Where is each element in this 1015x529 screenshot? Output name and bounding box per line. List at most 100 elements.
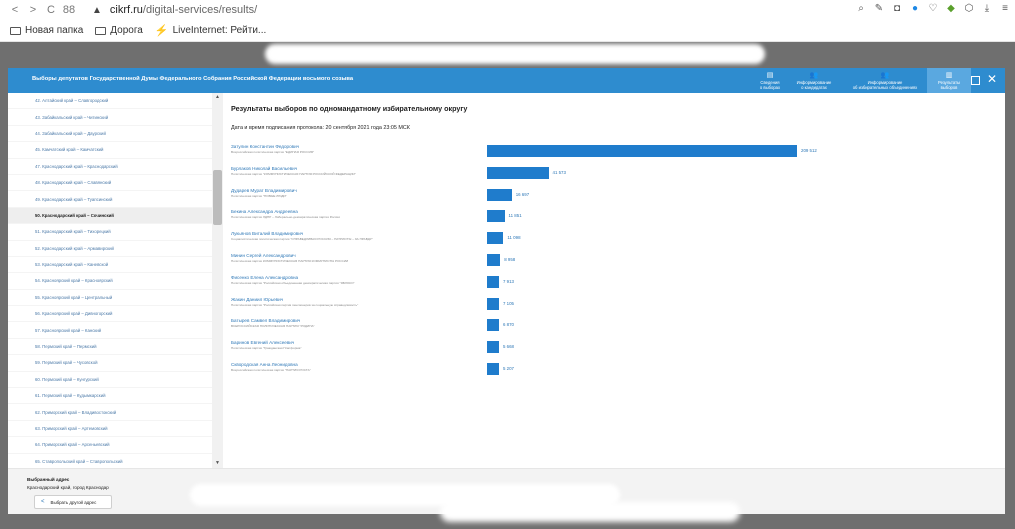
vote-count: 7 913 bbox=[503, 278, 514, 284]
box-icon[interactable]: ⬡ bbox=[963, 3, 975, 14]
bookmark-label: Дорога bbox=[110, 25, 143, 36]
region-item[interactable]: 56. Красноярский край – Дивногорский bbox=[8, 306, 220, 323]
candidate-row: Затулин Константин Федорович Всероссийска… bbox=[231, 144, 481, 162]
liveinternet-icon: ⚡ bbox=[154, 25, 169, 37]
tab-associations[interactable]: 👥 Информирование об избирательных объеди… bbox=[843, 68, 927, 93]
url-domain: cikrf.ru bbox=[109, 4, 143, 16]
folder-icon bbox=[95, 26, 107, 35]
region-item[interactable]: 43. Забайкальский край – Читинский bbox=[8, 109, 220, 126]
region-item[interactable]: 57. Красноярский край – Канский bbox=[8, 322, 220, 339]
region-item[interactable]: 54. Красноярский край – Красноярский bbox=[8, 273, 220, 290]
chevron-left-icon: < bbox=[41, 499, 45, 505]
document-icon: ▤ bbox=[766, 71, 774, 79]
modal-header: Выборы депутатов Государственной Думы Фе… bbox=[8, 68, 1005, 93]
vote-bar bbox=[487, 232, 504, 245]
region-item[interactable]: 55. Красноярский край – Центральный bbox=[8, 290, 220, 307]
region-item[interactable]: 61. Пермский край – Кудымкарский bbox=[8, 388, 220, 405]
change-address-button[interactable]: < Выбрать другой адрес bbox=[34, 495, 112, 509]
region-item[interactable]: 59. Пермский край – Чусовской bbox=[8, 355, 220, 372]
selected-address: Краснодарский край, город Краснодар bbox=[27, 485, 109, 490]
group-icon: 👥 bbox=[880, 71, 890, 79]
region-item[interactable]: 53. Краснодарский край – Каневской bbox=[8, 257, 220, 274]
people-icon: 👥 bbox=[809, 71, 819, 79]
search-icon[interactable]: ⌕ bbox=[855, 3, 867, 14]
bookmark-road[interactable]: Дорога bbox=[95, 25, 143, 36]
region-item[interactable]: 49. Краснодарский край – Туапсинский bbox=[8, 191, 220, 208]
candidate-row: Батырев Самвел Владимирович ВСЕРОССИЙСКАЯ… bbox=[231, 318, 481, 336]
results-title: Результаты выборов по одномандатному изб… bbox=[231, 104, 468, 113]
address-bar[interactable]: cikrf.ru/digital-services/results/ bbox=[110, 4, 257, 16]
shield-icon[interactable]: ● bbox=[909, 3, 921, 14]
region-item[interactable]: 51. Краснодарский край – Тихорецкий bbox=[8, 224, 220, 241]
reload-button[interactable]: C bbox=[42, 4, 60, 16]
region-item[interactable]: 50. Краснодарский край – Сочинский bbox=[8, 207, 220, 225]
results-modal: Выборы депутатов Государственной Думы Фе… bbox=[8, 68, 1005, 514]
bookmark-new-folder[interactable]: Новая папка bbox=[10, 25, 83, 36]
vote-count: 6 870 bbox=[503, 322, 514, 328]
region-item[interactable]: 48. Краснодарский край – Славянский bbox=[8, 175, 220, 192]
region-item[interactable]: 62. Приморский край – Владивостокский bbox=[8, 404, 220, 421]
heart-icon[interactable]: ♡ bbox=[927, 3, 939, 14]
vote-bar bbox=[487, 297, 499, 310]
candidate-party: Политическая партия "Гражданская Платфор… bbox=[231, 346, 302, 351]
scrollbar[interactable] bbox=[212, 93, 223, 468]
camera-icon[interactable]: ◘ bbox=[891, 3, 903, 14]
region-item[interactable]: 64. Приморский край – Арсеньевский bbox=[8, 437, 220, 454]
apps-icon[interactable]: 88 bbox=[60, 4, 78, 16]
close-icon[interactable]: ✕ bbox=[987, 73, 997, 85]
region-item[interactable]: 47. Краснодарский край – Краснодарский bbox=[8, 159, 220, 175]
tab-label-2: об избирательных объединениях bbox=[852, 84, 918, 90]
candidate-party: Социалистическая политическая партия "СП… bbox=[231, 237, 373, 242]
scroll-down-icon[interactable]: ▼ bbox=[215, 460, 220, 466]
browser-extensions: ⌕ ✎ ◘ ● ♡ ◆ ⬡ ⤓ ≡ bbox=[855, 3, 1011, 14]
vote-count: 16 697 bbox=[515, 191, 530, 197]
region-item[interactable]: 44. Забайкальский край – Даурский bbox=[8, 126, 220, 143]
region-item[interactable]: 63. Приморский край – Артемовский bbox=[8, 421, 220, 438]
region-item[interactable]: 42. Алтайский край – Славгородский bbox=[8, 93, 220, 110]
candidate-party: Всероссийская политическая партия "ПАРТИ… bbox=[231, 368, 311, 372]
vote-count: 11 098 bbox=[507, 235, 521, 241]
vote-bar bbox=[487, 341, 499, 354]
download-icon[interactable]: ⤓ bbox=[981, 3, 993, 14]
region-item[interactable]: 45. Камчатский край – Камчатский bbox=[8, 142, 220, 159]
edit-icon[interactable]: ✎ bbox=[873, 3, 885, 14]
vote-count: 11 851 bbox=[508, 213, 522, 219]
vote-bar bbox=[487, 254, 501, 266]
scroll-up-icon[interactable]: ▲ bbox=[215, 94, 220, 100]
candidate-party: Политическая партия "КОММУНИСТИЧЕСКАЯ ПА… bbox=[231, 171, 356, 176]
results-panel: Результаты выборов по одномандатному изб… bbox=[223, 93, 1005, 468]
candidate-party: Всероссийская политическая партия "ЕДИНА… bbox=[231, 150, 315, 154]
candidate-row: Бурлаков Николай Васильевич Политическая … bbox=[231, 166, 481, 184]
extension-icon[interactable]: ◆ bbox=[945, 3, 957, 14]
tab-results[interactable]: ▥ Результаты выборов bbox=[927, 68, 971, 93]
tab-candidates[interactable]: 👥 Информирование о кандидатах bbox=[785, 68, 843, 93]
back-button[interactable]: < bbox=[6, 4, 24, 16]
tab-label-2: о кандидатах bbox=[801, 84, 827, 90]
vote-bar bbox=[487, 319, 499, 332]
candidate-row: Бекина Александра Андреевна Политическая … bbox=[231, 209, 481, 227]
candidate-party: Политическая партия КОММУНИСТИЧЕСКАЯ ПАР… bbox=[231, 259, 349, 263]
region-item[interactable]: 52. Краснодарский край – Армавирский bbox=[8, 241, 220, 257]
scroll-thumb[interactable] bbox=[213, 170, 222, 225]
vote-count: 5 668 bbox=[503, 344, 514, 350]
maximize-icon[interactable] bbox=[971, 76, 980, 85]
tab-election-info[interactable]: ▤ Сведения о выборах bbox=[755, 68, 785, 93]
vote-count: 8 958 bbox=[504, 257, 516, 262]
forward-button[interactable]: > bbox=[24, 4, 42, 16]
vote-bar bbox=[487, 275, 499, 288]
candidate-party: Политическая партия ЛДПР – Либерально-де… bbox=[231, 215, 340, 220]
vote-bar bbox=[487, 145, 797, 157]
vote-count: 7 105 bbox=[503, 300, 514, 306]
browser-toolbar: < > C 88 ▲ cikrf.ru/digital-services/res… bbox=[0, 0, 1015, 20]
protocol-date: Дата и время подписания протокола: 20 се… bbox=[231, 125, 410, 131]
folder-icon bbox=[10, 26, 21, 35]
vote-count: 5 207 bbox=[503, 366, 514, 371]
bookmark-liveinternet[interactable]: ⚡ LiveInternet: Рейти... bbox=[155, 24, 266, 37]
region-item[interactable]: 60. Пермский край – Кунгурский bbox=[8, 372, 220, 389]
region-item[interactable]: 58. Пермский край – Пермский bbox=[8, 339, 220, 356]
bookmark-label: Новая папка bbox=[25, 25, 84, 36]
candidate-party: Политическая партия "НОВЫЕ ЛЮДИ" bbox=[231, 193, 287, 198]
menu-icon[interactable]: ≡ bbox=[999, 3, 1011, 14]
candidate-row: Фисенко Елена Александровна Политическая … bbox=[231, 275, 481, 293]
warning-icon[interactable]: ▲ bbox=[92, 5, 102, 16]
